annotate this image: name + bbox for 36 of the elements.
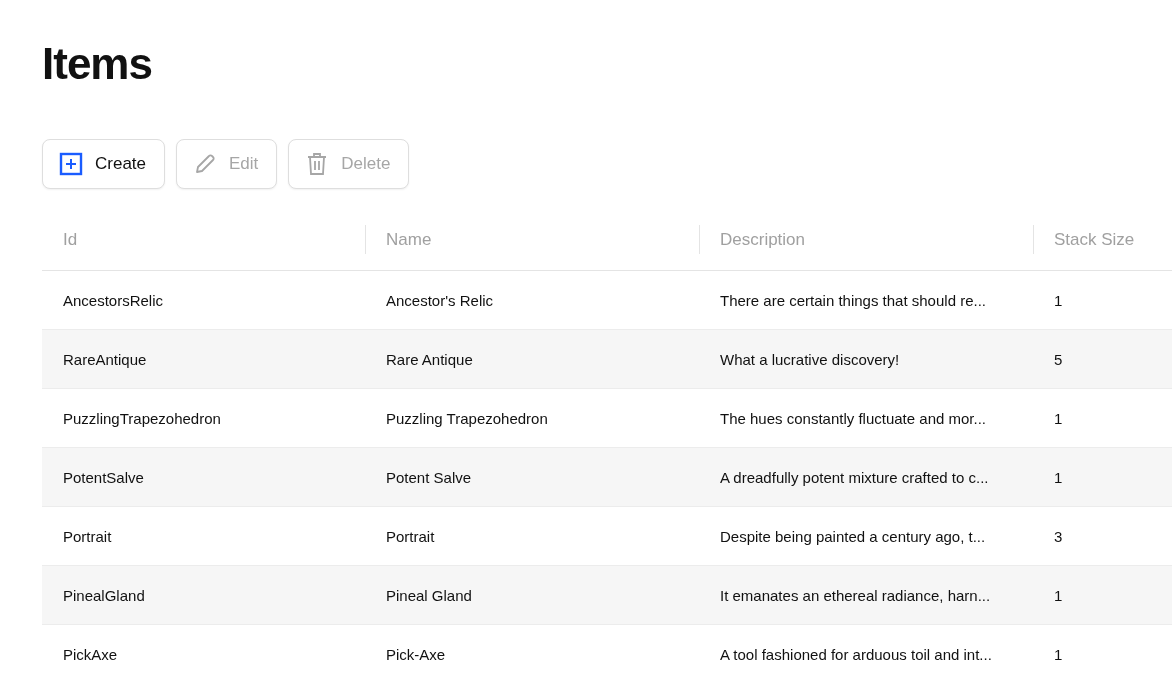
table-cell: 1 [1033, 270, 1172, 330]
table-cell: 5 [1033, 329, 1172, 389]
table-cell: 1 [1033, 565, 1172, 625]
pencil-icon [193, 152, 218, 176]
table-cell: Pick-Axe [365, 624, 699, 678]
table-cell: It emanates an ethereal radiance, harn... [699, 565, 1033, 625]
table-cell: Portrait [42, 506, 365, 566]
table-cell: PuzzlingTrapezohedron [42, 388, 365, 448]
column-header[interactable]: Description [720, 229, 806, 249]
table-cell: 1 [1033, 447, 1172, 507]
table-cell: The hues constantly fluctuate and mor... [699, 388, 1033, 448]
page-title: Items [42, 38, 153, 90]
table-cell: Ancestor's Relic [365, 270, 699, 330]
table-cell: A dreadfully potent mixture crafted to c... [699, 447, 1033, 507]
table-cell: 1 [1033, 624, 1172, 678]
table-cell: Portrait [365, 506, 699, 566]
table-cell: There are certain things that should re... [699, 270, 1033, 330]
table-cell: Despite being painted a century ago, t... [699, 506, 1033, 566]
table-cell: 1 [1033, 388, 1172, 448]
column-header[interactable]: Stack Size [1054, 229, 1135, 249]
create-button[interactable]: Create [42, 139, 166, 189]
column-header[interactable]: Name [386, 229, 432, 249]
table-cell: RareAntique [42, 329, 365, 389]
table-cell: PickAxe [42, 624, 365, 678]
table-cell: Pineal Gland [365, 565, 699, 625]
table-cell: PotentSalve [42, 447, 365, 507]
table-cell: Rare Antique [365, 329, 699, 389]
column-header[interactable]: Id [63, 229, 78, 249]
table-cell: What a lucrative discovery! [699, 329, 1033, 389]
table-cell: PinealGland [42, 565, 365, 625]
plus-square-icon [59, 152, 83, 176]
table-cell: 3 [1033, 506, 1172, 566]
table-cell: Puzzling Trapezohedron [365, 388, 699, 448]
table-cell: Potent Salve [365, 447, 699, 507]
table-cell: AncestorsRelic [42, 270, 365, 330]
table-cell: A tool fashioned for arduous toil and int... [699, 624, 1033, 678]
